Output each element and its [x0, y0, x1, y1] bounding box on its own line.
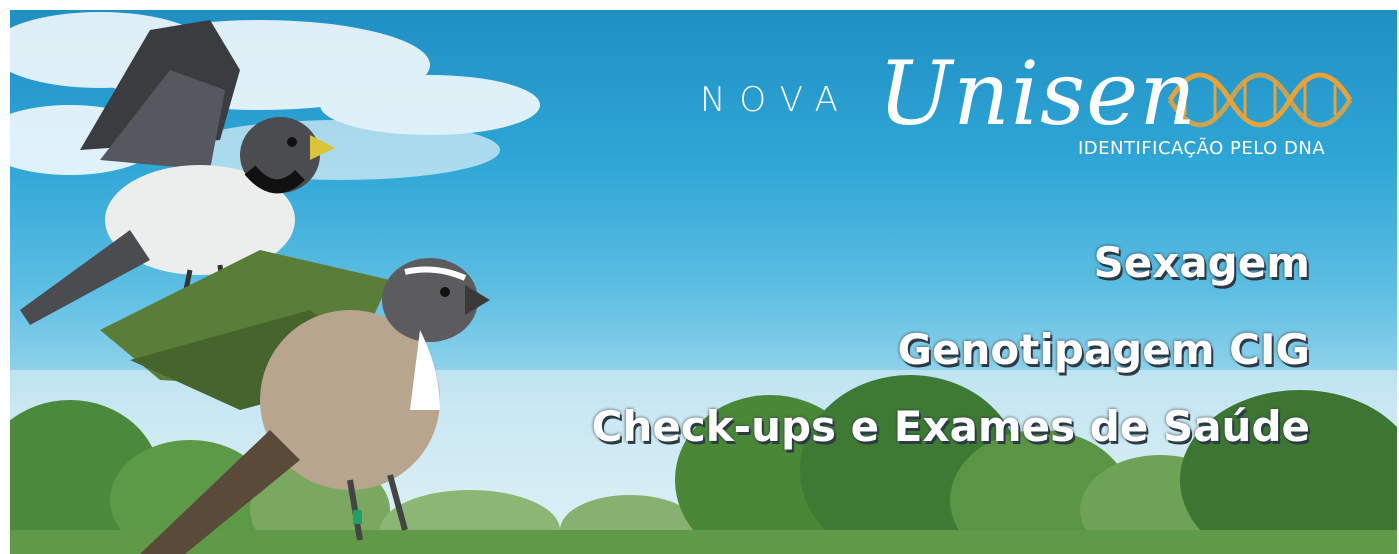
promo-banner[interactable]: NOVA Unisen IDENTIFICAÇÃO PELO DNA Sexag…	[10, 10, 1397, 554]
service-checkups: Check-ups e Exames de Saúde	[591, 402, 1310, 451]
brand-tagline: IDENTIFICAÇÃO PELO DNA	[1078, 138, 1326, 159]
dna-helix-icon	[1167, 72, 1353, 128]
brand-name: Unisen	[878, 42, 1197, 145]
service-genotipagem: Genotipagem CIG	[897, 325, 1310, 374]
brand-prefix: NOVA	[700, 80, 852, 120]
service-sexagem: Sexagem	[1093, 238, 1310, 287]
